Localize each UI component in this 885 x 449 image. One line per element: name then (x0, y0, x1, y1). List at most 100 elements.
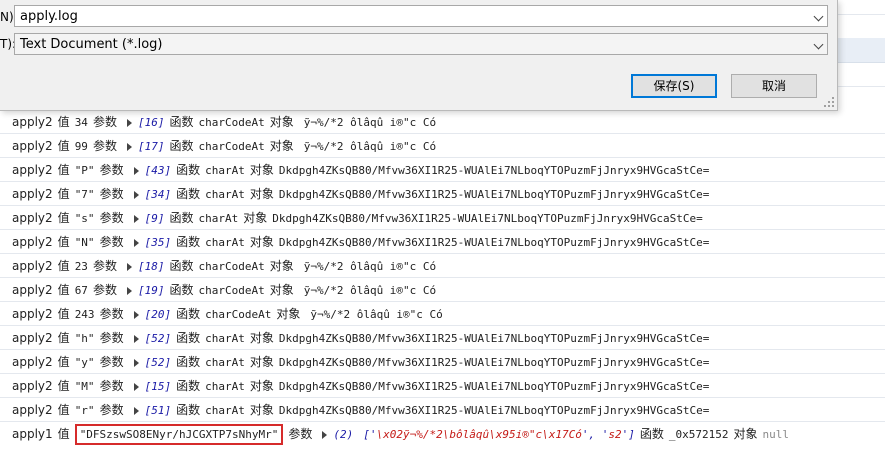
value-label: 值 (57, 379, 70, 393)
expand-triangle-icon[interactable] (126, 287, 132, 295)
expand-triangle-icon[interactable] (126, 143, 132, 151)
object-label: 对象 (269, 139, 294, 153)
value-label: 值 (57, 427, 70, 441)
expand-triangle-icon[interactable] (133, 311, 139, 319)
expand-triangle-icon[interactable] (133, 335, 139, 343)
function-name: _0x572152 (668, 428, 729, 441)
value-label: 值 (57, 187, 70, 201)
value: "s" (74, 212, 95, 225)
args-label: 参数 (288, 427, 313, 441)
value-label: 值 (57, 283, 70, 297)
object-value: Dkdpgh4ZKsQB80/Mfvw36XI1R25-WUAlEi7NLboq… (278, 332, 710, 345)
method-name: charAt (205, 380, 245, 393)
expand-triangle-icon[interactable] (133, 167, 139, 175)
object-label: 对象 (269, 283, 294, 297)
log-row: apply1 值 "DFSzswSO8ENyr/hJCGXTP7sNhyMr" 参数 (… (0, 422, 885, 446)
value: "7" (74, 188, 95, 201)
object-label: 对象 (243, 211, 268, 225)
expand-triangle-icon[interactable] (126, 119, 132, 127)
function-label: 函数 (176, 307, 201, 321)
filename-input[interactable]: apply.log (14, 5, 828, 27)
expand-triangle-icon[interactable] (133, 359, 139, 367)
fn-name: apply2 (12, 139, 53, 153)
object-label: 对象 (249, 403, 274, 417)
value: "DFSzswSO8ENyr/hJCGXTP7sNhyMr" (79, 428, 279, 441)
method-name: charAt (205, 404, 245, 417)
expand-triangle-icon[interactable] (133, 191, 139, 199)
array-separator: ', ' (581, 428, 609, 441)
object-value: ỹ¬%/*2 ôlâqû i®"c Có (303, 260, 437, 273)
function-label: 函数 (176, 403, 201, 417)
cancel-button[interactable]: 取消 (731, 74, 817, 98)
resize-grip-icon[interactable] (824, 97, 834, 107)
args-label: 参数 (92, 115, 117, 129)
log-row: apply2 值 "M" 参数 [15] 函数 charAt 对象 Dkdpgh4ZKsQB80… (0, 374, 885, 398)
method-name: charAt (205, 236, 245, 249)
fn-name: apply2 (12, 283, 53, 297)
object-label: 对象 (733, 427, 758, 441)
value: "r" (74, 404, 95, 417)
value-label: 值 (57, 307, 70, 321)
object-value: ỹ¬%/*2 ôlâqû i®"c Có (303, 116, 437, 129)
args-array: [17] (137, 140, 165, 153)
object-label: 对象 (249, 379, 274, 393)
object-value: Dkdpgh4ZKsQB80/Mfvw36XI1R25-WUAlEi7NLboq… (278, 188, 710, 201)
log-row: apply2 值 23 参数 [18] 函数 charCodeAt 对象 ỹ¬%/*2 ôlâq… (0, 254, 885, 278)
log-row: apply2 值 "s" 参数 [9] 函数 charAt 对象 Dkdpgh4ZKsQB80/… (0, 206, 885, 230)
method-name: charAt (205, 332, 245, 345)
expand-triangle-icon[interactable] (322, 431, 328, 439)
fn-name: apply2 (12, 235, 53, 249)
args-array: [16] (137, 116, 165, 129)
function-label: 函数 (176, 163, 201, 177)
background-row-divider (837, 14, 885, 15)
value: "M" (74, 380, 95, 393)
args-array: [20] (144, 308, 172, 321)
function-label: 函数 (176, 379, 201, 393)
fn-name: apply2 (12, 163, 53, 177)
value-label: 值 (57, 163, 70, 177)
chevron-down-icon[interactable] (813, 39, 824, 50)
expand-triangle-icon[interactable] (126, 263, 132, 271)
method-name: charCodeAt (198, 140, 265, 153)
function-label: 函数 (176, 235, 201, 249)
args-label: 参数 (92, 259, 117, 273)
value: 23 (74, 260, 88, 273)
fn-name: apply2 (12, 259, 53, 273)
value: "N" (74, 236, 95, 249)
method-name: charCodeAt (198, 284, 265, 297)
expand-triangle-icon[interactable] (133, 239, 139, 247)
method-name: charCodeAt (205, 308, 272, 321)
object-label: 对象 (249, 163, 274, 177)
args-array: [52] (144, 356, 172, 369)
expand-triangle-icon[interactable] (133, 215, 139, 223)
method-name: charCodeAt (198, 260, 265, 273)
log-row: apply2 值 243 参数 [20] 函数 charCodeAt 对象 ỹ¬%/*2 ôlâ… (0, 302, 885, 326)
function-label: 函数 (639, 427, 664, 441)
fn-name: apply2 (12, 355, 53, 369)
object-value: ỹ¬%/*2 ôlâqû i®"c Có (310, 308, 443, 321)
filetype-select[interactable]: Text Document (*.log) (14, 33, 828, 55)
args-count: (2) (333, 428, 354, 441)
fn-name: apply2 (12, 307, 53, 321)
array-item: \x02ỹ¬%/*2\bôlâqû\x95i®"c\x17Có (376, 428, 582, 441)
value: "P" (74, 164, 95, 177)
object-value: Dkdpgh4ZKsQB80/Mfvw36XI1R25-WUAlEi7NLboq… (278, 236, 710, 249)
args-array: [9] (144, 212, 165, 225)
highlight-box: "DFSzswSO8ENyr/hJCGXTP7sNhyMr" (74, 424, 284, 445)
object-label: 对象 (249, 235, 274, 249)
method-name: charAt (205, 356, 245, 369)
value: 243 (74, 308, 95, 321)
value-label: 值 (57, 211, 70, 225)
chevron-down-icon[interactable] (813, 11, 824, 22)
expand-triangle-icon[interactable] (133, 407, 139, 415)
value: 67 (74, 284, 88, 297)
args-array: [43] (144, 164, 172, 177)
log-row: apply2 值 "7" 参数 [34] 函数 charAt 对象 Dkdpgh4ZKsQB80… (0, 182, 885, 206)
object-value: ỹ¬%/*2 ôlâqû i®"c Có (303, 284, 437, 297)
args-label: 参数 (99, 211, 124, 225)
object-value: ỹ¬%/*2 ôlâqû i®"c Có (303, 140, 437, 153)
log-row: apply2 值 "P" 参数 [43] 函数 charAt 对象 Dkdpgh4ZKsQB80… (0, 158, 885, 182)
expand-triangle-icon[interactable] (133, 383, 139, 391)
save-button[interactable]: 保存(S) (631, 74, 717, 98)
value: 34 (74, 116, 88, 129)
